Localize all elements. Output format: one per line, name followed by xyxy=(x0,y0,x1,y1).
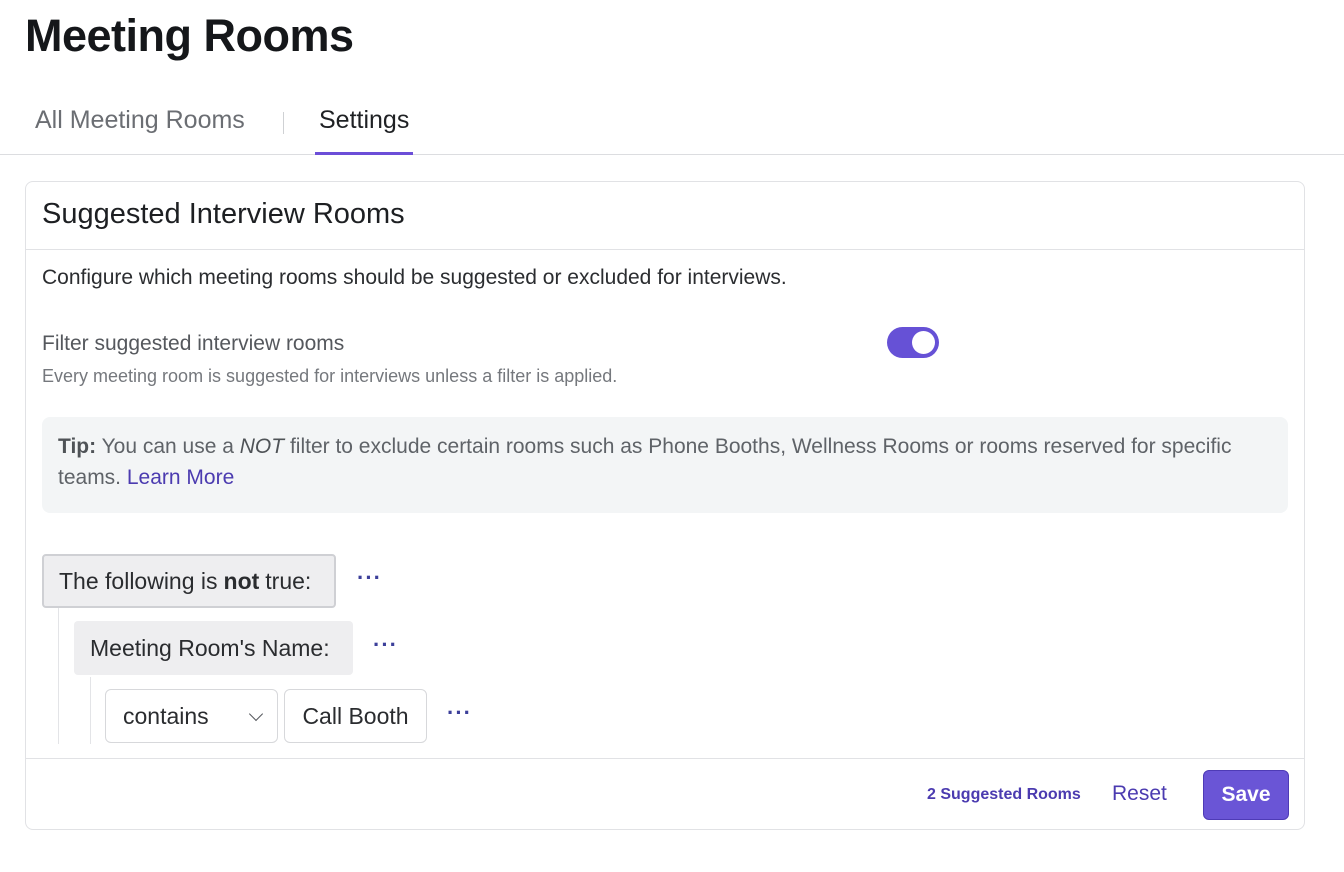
operator-value: contains xyxy=(123,702,209,729)
field-more-icon[interactable]: ··· xyxy=(373,632,398,658)
filter-sublabel: Every meeting room is suggested for inte… xyxy=(42,366,618,386)
chevron-down-icon xyxy=(248,706,264,722)
learn-more-link[interactable]: Learn More xyxy=(127,466,234,489)
tab-all-meeting-rooms[interactable]: All Meeting Rooms xyxy=(35,106,245,135)
section-description: Configure which meeting rooms should be … xyxy=(42,266,787,289)
filter-label: Filter suggested interview rooms xyxy=(42,332,345,355)
filter-toggle[interactable] xyxy=(887,327,939,358)
tree-line xyxy=(58,608,59,744)
tip-text-before: You can use a xyxy=(101,435,234,458)
tip-prefix: Tip: xyxy=(58,435,97,458)
tree-line xyxy=(90,677,91,744)
reset-button[interactable]: Reset xyxy=(1112,782,1167,806)
field-chip[interactable]: Meeting Room's Name: xyxy=(74,621,353,675)
active-tab-indicator xyxy=(315,152,413,155)
suggested-rooms-card: Suggested Interview Rooms Configure whic… xyxy=(25,181,1305,830)
group-text-after: true: xyxy=(265,567,312,594)
tab-settings[interactable]: Settings xyxy=(315,106,413,155)
toggle-knob xyxy=(912,331,935,354)
group-more-icon[interactable]: ··· xyxy=(357,565,382,591)
condition-more-icon[interactable]: ··· xyxy=(447,700,472,726)
group-keyword: not xyxy=(223,567,260,594)
tip-keyword: NOT xyxy=(239,435,285,458)
field-label: Meeting Room's Name: xyxy=(90,634,330,661)
value-input[interactable]: Call Booth xyxy=(284,689,427,743)
card-header: Suggested Interview Rooms xyxy=(26,182,1304,250)
suggested-rooms-count[interactable]: 2 Suggested Rooms xyxy=(927,786,1081,804)
card-title: Suggested Interview Rooms xyxy=(42,198,405,230)
card-footer: 2 Suggested Rooms Reset Save xyxy=(26,758,1304,830)
save-button[interactable]: Save xyxy=(1203,770,1289,820)
tab-bar: All Meeting Rooms Settings xyxy=(0,96,1344,155)
group-text-before: The following is xyxy=(59,567,218,594)
operator-select[interactable]: contains xyxy=(105,689,278,743)
tab-divider xyxy=(283,112,284,134)
not-group-chip[interactable]: The following is not true: xyxy=(42,554,336,608)
page-title: Meeting Rooms xyxy=(25,10,354,61)
tip-box: Tip: You can use a NOT filter to exclude… xyxy=(42,417,1288,513)
